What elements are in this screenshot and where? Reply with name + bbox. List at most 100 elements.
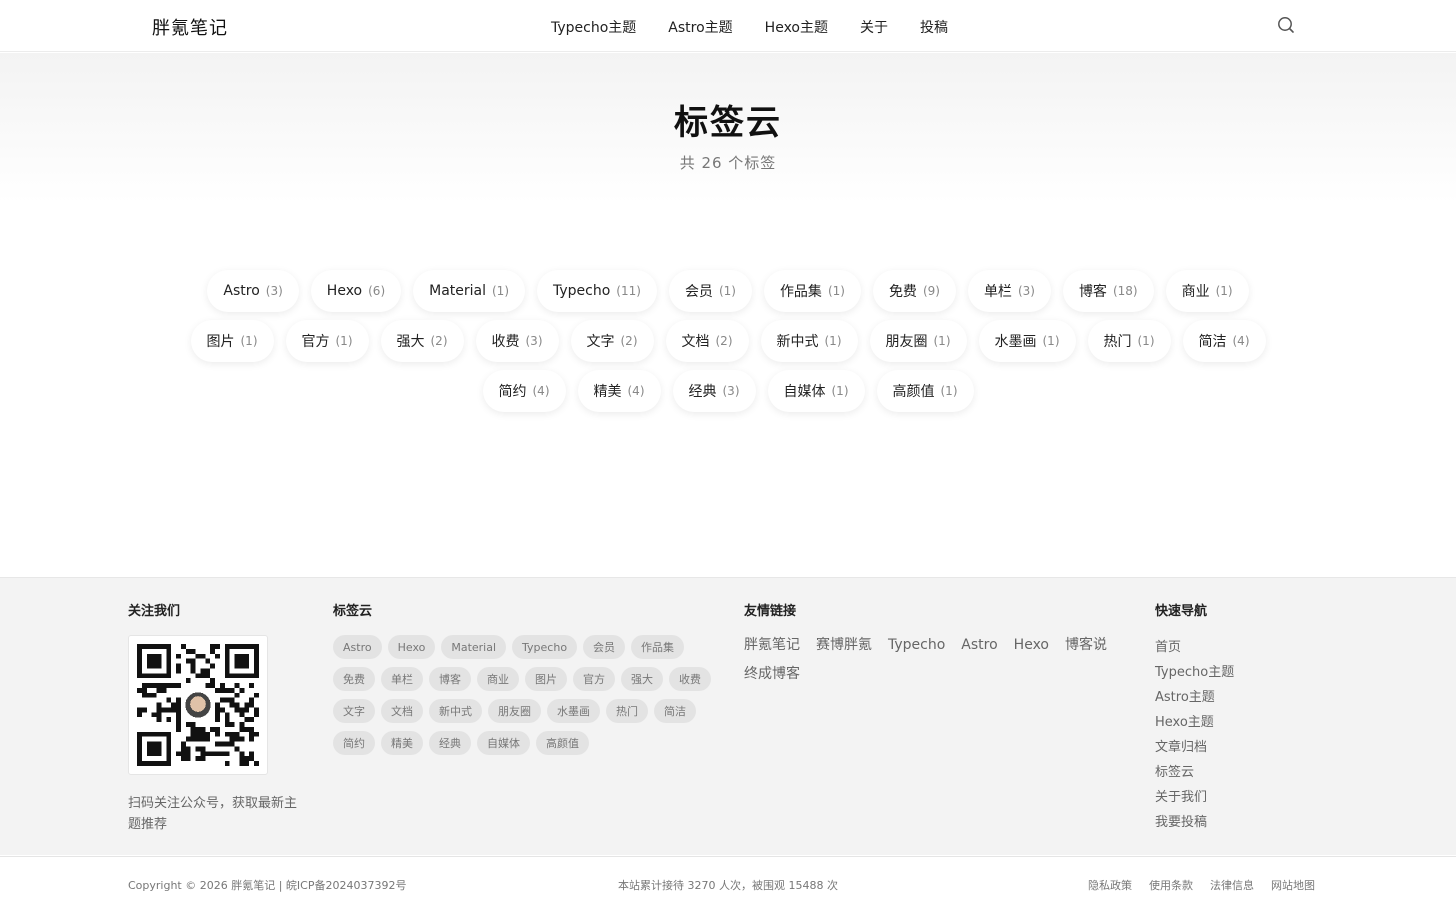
footer-tag[interactable]: 强大 (621, 667, 663, 691)
tag-pill[interactable]: 高颜值 (1) (876, 370, 974, 412)
tag-name: 文档 (681, 334, 710, 350)
site-logo[interactable]: 胖氪笔记 (152, 14, 228, 40)
footer-tag[interactable]: 精美 (381, 731, 423, 755)
footer-tag[interactable]: 简约 (333, 731, 375, 755)
friend-link[interactable]: Hexo (1014, 635, 1049, 656)
footer-tag[interactable]: 文档 (381, 699, 423, 723)
terms-link[interactable]: 使用条款 (1149, 877, 1193, 893)
nav-submit[interactable]: 投稿 (920, 17, 948, 37)
friend-link[interactable]: 胖氪笔记 (744, 635, 800, 656)
friend-link[interactable]: Astro (961, 635, 997, 656)
tag-name: 商业 (1181, 284, 1210, 300)
tag-count: (1) (492, 284, 509, 298)
footer-tag[interactable]: Astro (333, 635, 382, 659)
tag-pill[interactable]: 简约 (4) (482, 370, 566, 412)
footer-tag[interactable]: 朋友圈 (488, 699, 541, 723)
footer-tag[interactable]: 高颜值 (536, 731, 589, 755)
friend-link[interactable]: Typecho (888, 635, 945, 656)
tag-pill[interactable]: 单栏 (3) (967, 270, 1051, 312)
tag-pill[interactable]: 热门 (1) (1087, 320, 1171, 362)
tag-pill[interactable]: 自媒体 (1) (767, 370, 865, 412)
footer-tag[interactable]: 商业 (477, 667, 519, 691)
main-nav: Typecho主题 Astro主题 Hexo主题 关于 投稿 (551, 17, 948, 37)
tag-pill[interactable]: 图片 (1) (190, 320, 274, 362)
footer-tag[interactable]: 免费 (333, 667, 375, 691)
footer-tag[interactable]: Typecho (512, 635, 578, 659)
tag-pill[interactable]: 新中式 (1) (760, 320, 858, 362)
tag-name: 单栏 (983, 284, 1012, 300)
tag-count: (4) (1232, 334, 1250, 348)
tag-name: 会员 (684, 284, 713, 300)
sitemap-link[interactable]: 网站地图 (1271, 877, 1315, 893)
tag-pill[interactable]: 水墨画 (1) (978, 320, 1076, 362)
footer-tag[interactable]: 图片 (525, 667, 567, 691)
footer-tag[interactable]: 单栏 (381, 667, 423, 691)
nav-about[interactable]: 关于 (860, 17, 888, 37)
tag-pill[interactable]: 强大 (2) (380, 320, 464, 362)
quick-nav-link[interactable]: Astro主题 (1155, 685, 1234, 710)
nav-astro-themes[interactable]: Astro主题 (668, 17, 732, 37)
tag-count: (1) (718, 284, 736, 298)
footer-tag[interactable]: Material (441, 635, 507, 659)
privacy-policy-link[interactable]: 隐私政策 (1088, 877, 1132, 893)
tag-name: 水墨画 (994, 334, 1037, 350)
nav-hexo-themes[interactable]: Hexo主题 (765, 17, 828, 37)
nav-typecho-themes[interactable]: Typecho主题 (551, 17, 636, 37)
tag-count: (18) (1112, 284, 1138, 298)
tag-pill[interactable]: 文字 (2) (570, 320, 654, 362)
tag-pill[interactable]: 作品集 (1) (763, 270, 861, 312)
footer-tag[interactable]: 经典 (429, 731, 471, 755)
footer-tagcloud-title: 标签云 (333, 604, 373, 619)
footer-tag[interactable]: 会员 (583, 635, 626, 659)
tag-pill[interactable]: 官方 (1) (285, 320, 369, 362)
tag-pill[interactable]: Astro (3) (207, 270, 299, 312)
tag-name: Astro (223, 283, 260, 299)
tag-name: 官方 (301, 334, 330, 350)
footer-tag[interactable]: 作品集 (631, 635, 685, 659)
quick-nav-link[interactable]: 我要投稿 (1155, 810, 1234, 835)
footer-tag[interactable]: 水墨画 (547, 699, 600, 723)
tag-pill[interactable]: 博客 (18) (1062, 270, 1154, 312)
tag-count: (2) (430, 334, 448, 348)
quick-nav-link[interactable]: 标签云 (1155, 760, 1234, 785)
tag-name: 热门 (1103, 334, 1132, 350)
footer-tag[interactable]: 官方 (573, 667, 615, 691)
tag-pill[interactable]: Hexo (6) (310, 270, 402, 312)
tag-pill[interactable]: 文档 (2) (665, 320, 749, 362)
friend-link[interactable]: 赛博胖氪 (816, 635, 872, 656)
tag-name: 图片 (206, 334, 235, 350)
tag-name: 高颜值 (892, 384, 935, 400)
tag-count: (4) (532, 384, 550, 398)
tag-pill[interactable]: Material (1) (413, 270, 525, 312)
tag-name: 强大 (396, 334, 425, 350)
footer-tag[interactable]: 文字 (333, 699, 375, 723)
footer-tag[interactable]: 自媒体 (477, 731, 530, 755)
friend-link[interactable]: 终成博客 (744, 664, 800, 685)
quick-nav-link[interactable]: Typecho主题 (1155, 660, 1234, 685)
legal-info-link[interactable]: 法律信息 (1210, 877, 1254, 893)
footer-tag[interactable]: 简洁 (654, 699, 696, 723)
quick-nav-link[interactable]: Hexo主题 (1155, 710, 1234, 735)
tag-pill[interactable]: 经典 (3) (672, 370, 756, 412)
tag-pill[interactable]: 精美 (4) (577, 370, 661, 412)
footer-links-title: 友情链接 (744, 604, 797, 619)
tag-pill[interactable]: 收费 (3) (475, 320, 559, 362)
footer-tag[interactable]: 收费 (669, 667, 711, 691)
footer-tag[interactable]: 博客 (429, 667, 471, 691)
quick-nav-link[interactable]: 关于我们 (1155, 785, 1234, 810)
footer-tag[interactable]: Hexo (387, 635, 436, 659)
tag-pill[interactable]: 朋友圈 (1) (869, 320, 967, 362)
quick-nav-link[interactable]: 文章归档 (1155, 735, 1234, 760)
tag-pill[interactable]: 商业 (1) (1165, 270, 1249, 312)
tag-count: (1) (824, 334, 842, 348)
tag-name: 精美 (593, 384, 622, 400)
tag-pill[interactable]: 免费 (9) (872, 270, 956, 312)
tag-pill[interactable]: Typecho (11) (537, 270, 657, 312)
search-icon[interactable] (1276, 15, 1296, 35)
footer-tag[interactable]: 热门 (606, 699, 648, 723)
friend-link[interactable]: 博客说 (1065, 635, 1107, 656)
tag-pill[interactable]: 会员 (1) (668, 270, 752, 312)
quick-nav-link[interactable]: 首页 (1155, 635, 1234, 660)
tag-pill[interactable]: 简洁 (4) (1182, 320, 1266, 362)
footer-tag[interactable]: 新中式 (429, 699, 482, 723)
